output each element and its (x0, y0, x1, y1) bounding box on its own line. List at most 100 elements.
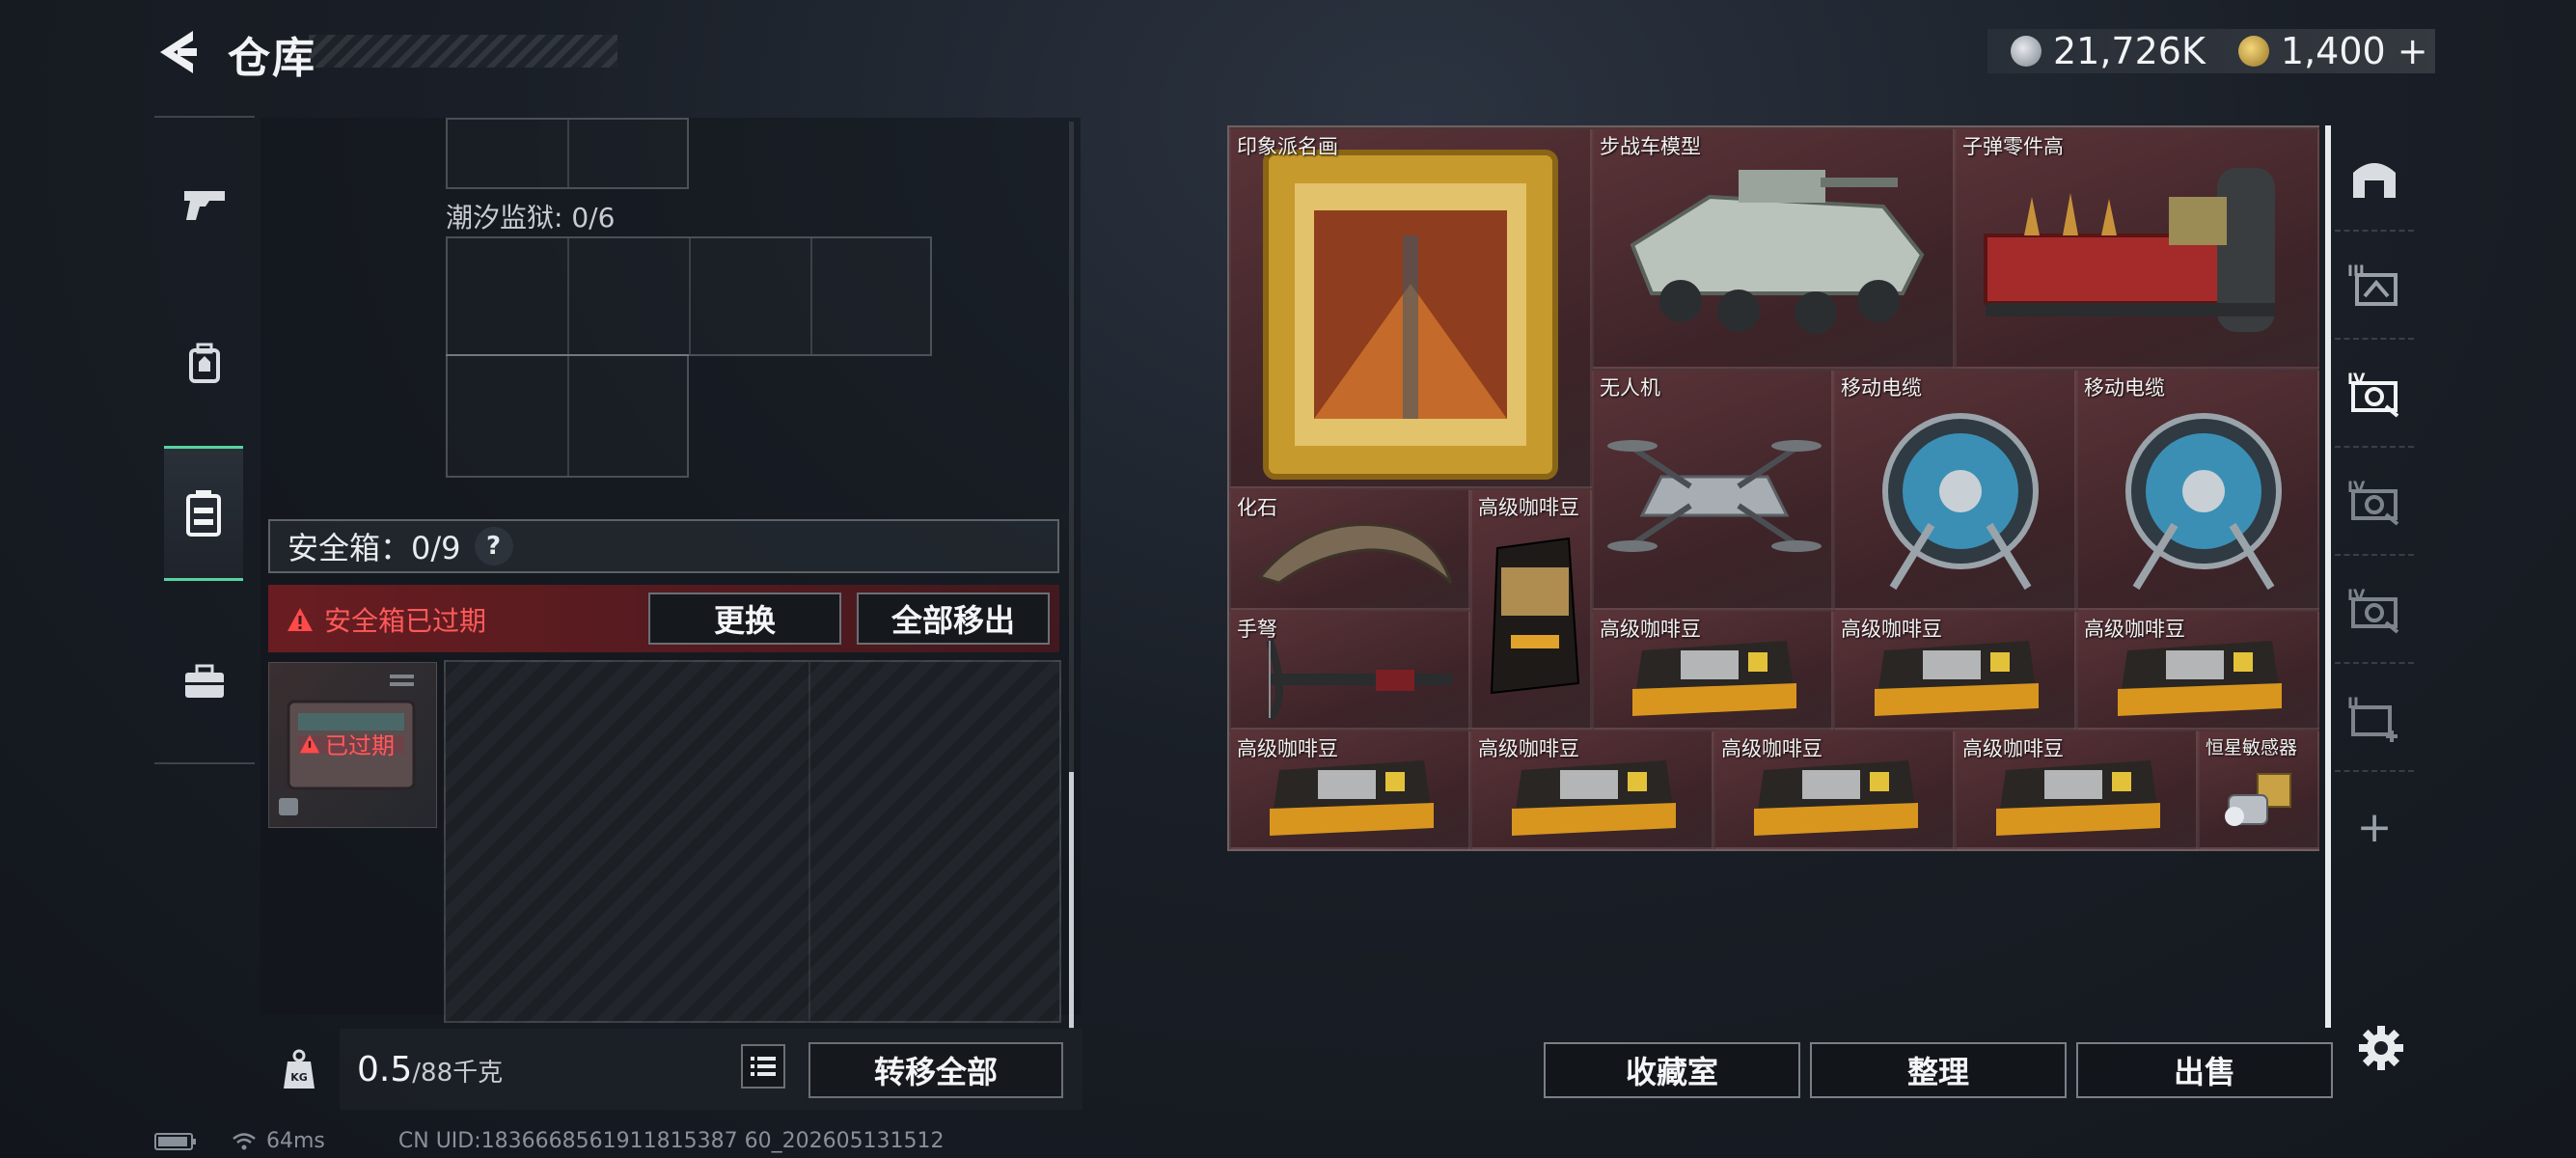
item-name: 高级咖啡豆 (1962, 737, 2064, 760)
item-name: 移动电缆 (1841, 376, 1922, 400)
expired-warning: 安全箱已过期 (286, 600, 486, 639)
item-premium-coffee-5[interactable]: 高级咖啡豆 (1470, 730, 1713, 849)
ping-text: 64ms (266, 1129, 325, 1153)
nav-safe-box[interactable] (164, 446, 243, 581)
left-nav (154, 116, 255, 764)
tab-tier-label: II (2347, 694, 2359, 712)
safe-box-header: 安全箱：0/9 ? (268, 519, 1059, 573)
cable-reel-icon (1882, 413, 2039, 591)
add-tab-button[interactable]: + (2335, 774, 2414, 880)
sell-button[interactable]: 出售 (2076, 1042, 2333, 1098)
tab-container-iv-2[interactable]: IV (2335, 450, 2414, 556)
item-name: 高级咖啡豆 (1841, 618, 1942, 641)
status-bar: 64ms CN UID:1836668561911815387 60_20260… (154, 1129, 945, 1153)
item-premium-coffee-3[interactable]: 高级咖啡豆 (2076, 610, 2319, 730)
item-name: 高级咖啡豆 (1478, 737, 1579, 760)
silver-coin-icon (2011, 36, 2042, 67)
prison-grid-row2[interactable] (446, 354, 689, 478)
help-icon[interactable]: ? (474, 527, 513, 565)
weight-value: 0.5 (357, 1050, 413, 1089)
item-star-sensor[interactable]: 恒星敏感器 (2198, 730, 2319, 849)
uid-text: CN UID:1836668561911815387 60_2026051315… (397, 1129, 945, 1153)
silver-currency-amount: 21,726K (2053, 30, 2206, 72)
safe-box-grid[interactable] (444, 660, 1061, 1023)
weight-icon-text: KG (290, 1071, 308, 1084)
collection-room-button[interactable]: 收藏室 (1544, 1042, 1800, 1098)
warning-icon (288, 608, 313, 631)
item-premium-coffee-2[interactable]: 高级咖啡豆 (1833, 610, 2076, 730)
weight-icon-box: KG (260, 1029, 338, 1110)
replace-button[interactable]: 更换 (648, 593, 841, 645)
painting-icon (1263, 150, 1558, 480)
item-premium-coffee-1[interactable]: 高级咖啡豆 (1592, 610, 1833, 730)
item-impressionist-painting[interactable]: 印象派名画 (1229, 127, 1592, 488)
tab-container-iv-3[interactable]: IV (2335, 558, 2414, 664)
weight-icon: KG (284, 1049, 315, 1089)
toolbox-icon (185, 664, 224, 698)
item-name: 高级咖啡豆 (1721, 737, 1822, 760)
item-name: 移动电缆 (2084, 376, 2165, 400)
item-name: 高级咖啡豆 (1237, 737, 1338, 760)
item-name: 手弩 (1237, 618, 1277, 641)
item-name: 高级咖啡豆 (2084, 618, 2185, 641)
coffee-bag-icon (1490, 537, 1580, 695)
vault-icon (2353, 163, 2396, 198)
settings-button[interactable] (2354, 1021, 2408, 1075)
item-name: 子弹零件高 (1962, 135, 2064, 158)
prison-container-label: 潮汐监狱: 0/6 (446, 202, 616, 234)
item-ifv-model[interactable]: 步战车模型 (1592, 127, 1955, 369)
item-name: 化石 (1237, 496, 1277, 519)
nav-armor[interactable] (154, 296, 255, 431)
backpack-icon (189, 343, 220, 383)
prison-grid-row1[interactable] (446, 236, 932, 356)
left-scrollbar-thumb[interactable] (1069, 772, 1074, 1028)
right-container-tabs: III IV IV IV II + (2335, 125, 2414, 1062)
expired-badge: 已过期 (298, 727, 395, 760)
drone-icon (1607, 440, 1822, 552)
tab-container-iii[interactable]: III (2335, 234, 2414, 340)
tab-main-storage[interactable] (2335, 125, 2414, 232)
item-premium-coffee-bag[interactable]: 高级咖啡豆 (1470, 488, 1592, 730)
tab-container-ii[interactable]: II (2335, 666, 2414, 772)
item-premium-coffee-4[interactable]: 高级咖啡豆 (1229, 730, 1470, 849)
move-all-out-button[interactable]: 全部移出 (857, 593, 1050, 645)
right-scrollbar[interactable] (2325, 125, 2331, 1028)
organize-button[interactable]: 整理 (1810, 1042, 2067, 1098)
safe-box-thumbnail[interactable]: 已过期 (268, 662, 437, 828)
item-crossbow[interactable]: 手弩 (1229, 610, 1470, 730)
item-fossil[interactable]: 化石 (1229, 488, 1470, 610)
add-currency-button[interactable]: + (2398, 30, 2428, 72)
warning-icon (299, 734, 320, 753)
container-grid-top (446, 118, 689, 189)
transfer-all-button[interactable]: 转移全部 (808, 1042, 1063, 1098)
weight-capacity: /88千克 (412, 1059, 504, 1088)
wifi-icon (233, 1132, 256, 1149)
cable-reel-icon (2125, 413, 2282, 591)
ifv-model-icon (1630, 170, 1925, 334)
gold-coin-icon (2237, 36, 2269, 67)
nav-toolbox[interactable] (154, 615, 255, 750)
item-bullet-parts[interactable]: 子弹零件高 (1955, 127, 2319, 369)
tab-tier-label: IV (2347, 370, 2366, 388)
bullet-parts-icon (1984, 168, 2275, 332)
expired-badge-text: 已过期 (325, 732, 395, 759)
warehouse-grid: 印象派名画 步战车模型 子弹零件高 无人机 移动电缆 移动电缆 化石 高级咖啡豆… (1227, 125, 2319, 851)
item-drone[interactable]: 无人机 (1592, 369, 1833, 610)
item-name: 高级咖啡豆 (1600, 618, 1701, 641)
tab-container-iv-active[interactable]: IV (2335, 342, 2414, 448)
item-premium-coffee-7[interactable]: 高级咖啡豆 (1955, 730, 2198, 849)
list-view-button[interactable] (741, 1044, 785, 1089)
tab-tier-label: IV (2347, 586, 2366, 604)
item-name: 印象派名画 (1237, 135, 1338, 158)
item-premium-coffee-6[interactable]: 高级咖啡豆 (1713, 730, 1955, 849)
tab-tier-label: III (2347, 262, 2365, 280)
nav-weapons[interactable] (154, 137, 255, 272)
title-stripe (309, 35, 617, 68)
item-name: 步战车模型 (1600, 135, 1701, 158)
back-arrow-icon (160, 31, 197, 73)
item-mobile-cable-1[interactable]: 移动电缆 (1833, 369, 2076, 610)
page-title: 仓库 (228, 34, 316, 83)
safe-box-label: 安全箱：0/9 (288, 530, 461, 566)
back-button[interactable] (154, 27, 201, 77)
item-mobile-cable-2[interactable]: 移动电缆 (2076, 369, 2319, 610)
